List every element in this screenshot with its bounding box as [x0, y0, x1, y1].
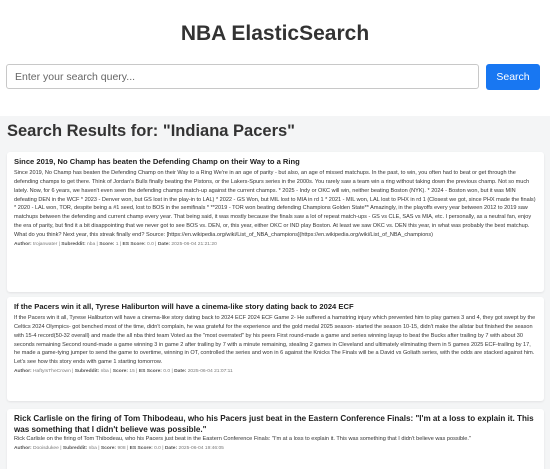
result-score: 908	[117, 445, 126, 451]
result-body: Rick Carlisle on the firing of Tom Thibo…	[14, 436, 471, 442]
es-score-label: ES Score:	[122, 241, 146, 247]
author-label: Author:	[14, 369, 32, 375]
results-heading: Search Results for: "Indiana Pacers"	[7, 122, 296, 140]
es-score-label: ES Score:	[138, 369, 162, 375]
result-card[interactable]: If the Pacers win it all, Tyrese Halibur…	[7, 297, 544, 401]
result-title[interactable]: If the Pacers win it all, Tyrese Halibur…	[14, 302, 537, 312]
result-card[interactable]: Since 2019, No Champ has beaten the Defe…	[7, 152, 544, 292]
result-meta: Author: Dooisdukee | Subreddit: nba | Sc…	[14, 445, 224, 451]
result-date: 2025-06-04 21:21:20	[171, 241, 217, 247]
result-score: 1	[115, 241, 119, 247]
result-author: HaftyIsTheCrown	[33, 369, 71, 375]
result-es-score: 0.0	[147, 241, 154, 247]
es-score-label: ES Score:	[129, 445, 153, 451]
date-label: Date:	[157, 241, 171, 247]
score-label: Score:	[100, 445, 117, 451]
result-body: If the Pacers win it all, Tyrese Halibur…	[14, 315, 536, 366]
result-author: trojanwater	[33, 241, 58, 247]
date-label: Date:	[174, 369, 187, 375]
result-subreddit: nba	[87, 241, 96, 247]
result-card[interactable]: Rick Carlisle on the firing of Tom Thibo…	[7, 409, 544, 469]
result-meta: Author: trojanwater | Subreddit: nba | S…	[14, 241, 217, 247]
result-subreddit: nba	[88, 445, 97, 451]
author-label: Author:	[14, 241, 32, 247]
result-title[interactable]: Since 2019, No Champ has beaten the Defe…	[14, 157, 537, 167]
result-es-score: 0.0	[163, 369, 171, 375]
subreddit-label: Subreddit:	[62, 445, 88, 451]
result-subreddit: nba	[100, 369, 109, 375]
result-author: Dooisdukee	[33, 445, 59, 451]
score-label: Score:	[112, 369, 129, 375]
result-meta: Author: HaftyIsTheCrown | Subreddit: nba…	[14, 369, 233, 375]
app-title: NBA ElasticSearch	[180, 22, 370, 45]
author-label: Author:	[14, 445, 32, 451]
subreddit-label: Subreddit:	[74, 369, 100, 375]
result-body: Since 2019, No Champ has beaten the Defe…	[14, 170, 536, 238]
result-score: 15	[129, 369, 135, 375]
subreddit-label: Subreddit:	[61, 241, 86, 247]
search-button[interactable]: Search	[486, 64, 540, 90]
search-input[interactable]	[6, 64, 479, 89]
result-date: 2025-06-04 21:07:11	[187, 369, 233, 375]
results-panel: Search Results for: "Indiana Pacers" Sin…	[0, 116, 550, 469]
date-label: Date:	[164, 445, 178, 451]
score-label: Score:	[99, 241, 115, 247]
header: NBA ElasticSearch Search	[0, 0, 550, 118]
result-date: 2025-06-04 19:46:05	[178, 445, 224, 451]
result-title[interactable]: Rick Carlisle on the firing of Tom Thibo…	[14, 414, 537, 435]
result-es-score: 0.0	[154, 445, 161, 451]
